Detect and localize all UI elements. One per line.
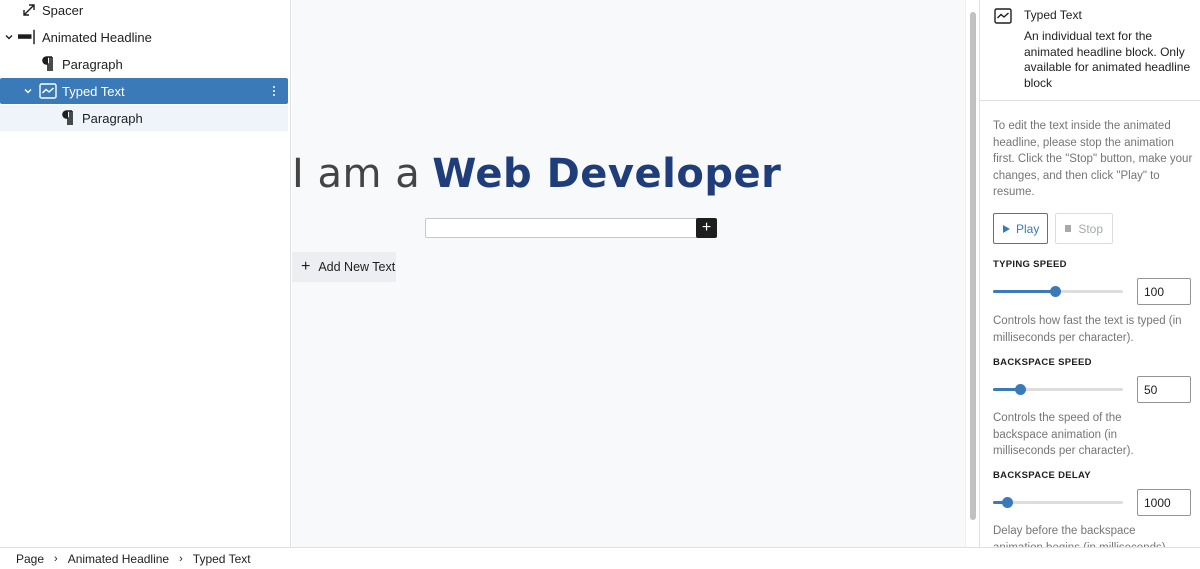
backspace-delay-help: Delay before the backspace animation beg…	[993, 525, 1169, 547]
typing-speed-help: Controls how fast the text is typed (in …	[993, 315, 1182, 344]
list-item-label: Paragraph	[82, 110, 143, 126]
playback-controls: Play Stop	[993, 213, 1113, 244]
options-menu-icon[interactable]	[268, 82, 280, 100]
list-item-label: Spacer	[42, 2, 84, 18]
headline-icon	[18, 28, 36, 46]
stop-icon	[1065, 225, 1072, 232]
block-description: An individual text for the animated head…	[1024, 29, 1191, 90]
canvas-scrollbar[interactable]	[965, 0, 979, 547]
typing-speed-slider[interactable]	[993, 283, 1123, 299]
breadcrumb-separator: ›	[54, 552, 58, 565]
editor-canvas: I am a Web Developer + + Add New Text	[292, 0, 965, 547]
breadcrumb-item-page[interactable]: Page	[16, 552, 44, 566]
slider-handle[interactable]	[1015, 384, 1026, 395]
typing-speed-label: TYPING SPEED	[993, 259, 1067, 270]
resize-icon	[20, 1, 38, 19]
play-icon	[1003, 224, 1010, 233]
backspace-speed-input[interactable]: 50	[1137, 376, 1191, 403]
breadcrumb-item-animated-headline[interactable]: Animated Headline	[68, 552, 169, 566]
block-title: Typed Text	[1024, 8, 1082, 22]
backspace-delay-input[interactable]: 1000	[1137, 489, 1191, 516]
typed-text-icon	[994, 7, 1012, 25]
headline-typed-text[interactable]: Web Developer	[432, 151, 781, 197]
backspace-speed-label: BACKSPACE SPEED	[993, 357, 1092, 368]
scrollbar-thumb[interactable]	[970, 12, 976, 520]
chevron-down-icon[interactable]	[2, 30, 16, 44]
backspace-delay-slider[interactable]	[993, 494, 1123, 510]
block-card: Typed Text An individual text for the an…	[980, 0, 1200, 101]
backspace-speed-help: Controls the speed of the backspace anim…	[993, 412, 1134, 457]
paragraph-icon	[59, 109, 77, 127]
typed-text-input[interactable]	[425, 218, 698, 238]
slider-handle[interactable]	[1002, 497, 1013, 508]
edit-help-text: To edit the text inside the animated hea…	[993, 120, 1193, 198]
breadcrumb: Page › Animated Headline › Typed Text	[0, 547, 1200, 569]
play-button[interactable]: Play	[993, 213, 1048, 244]
list-item-label: Typed Text	[62, 83, 125, 99]
add-new-text-button[interactable]: + Add New Text	[292, 252, 396, 282]
block-settings-sidebar: Typed Text An individual text for the an…	[979, 0, 1200, 547]
list-item-paragraph[interactable]: Paragraph	[0, 105, 288, 131]
typing-speed-input[interactable]: 100	[1137, 278, 1191, 305]
paragraph-icon	[39, 55, 57, 73]
breadcrumb-item-typed-text[interactable]: Typed Text	[193, 552, 251, 566]
stop-button[interactable]: Stop	[1055, 213, 1113, 244]
stop-label: Stop	[1078, 221, 1103, 236]
backspace-speed-slider[interactable]	[993, 381, 1123, 397]
animated-headline[interactable]: I am a Web Developer	[292, 150, 781, 198]
backspace-delay-label: BACKSPACE DELAY	[993, 470, 1091, 481]
list-view-panel: Spacer Animated Headline Paragraph Typed…	[0, 0, 291, 547]
editor-app: Spacer Animated Headline Paragraph Typed…	[0, 0, 1200, 569]
slider-handle[interactable]	[1050, 286, 1061, 297]
add-new-text-label: Add New Text	[318, 260, 396, 274]
typed-text-icon	[39, 82, 57, 100]
list-item-typed-text[interactable]: Typed Text	[0, 78, 288, 104]
list-item-label: Animated Headline	[42, 29, 152, 45]
list-item-paragraph[interactable]: Paragraph	[0, 51, 288, 77]
list-item-spacer[interactable]: Spacer	[0, 0, 288, 23]
list-item-label: Paragraph	[62, 56, 123, 72]
chevron-down-icon[interactable]	[21, 84, 35, 98]
play-label: Play	[1016, 221, 1040, 236]
headline-static-text: I am a	[292, 151, 421, 197]
plus-icon: +	[301, 258, 311, 275]
breadcrumb-separator: ›	[179, 552, 183, 565]
block-inserter-button[interactable]: +	[696, 218, 717, 238]
list-item-animated-headline[interactable]: Animated Headline	[0, 24, 288, 50]
